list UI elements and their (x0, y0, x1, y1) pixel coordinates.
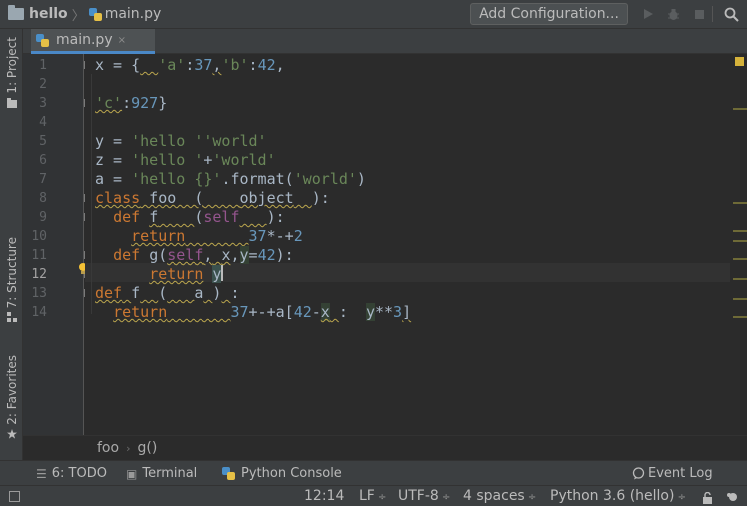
warning-indicator-icon[interactable] (735, 57, 744, 66)
indent-guide (91, 74, 92, 314)
stripe-mark[interactable] (733, 108, 747, 110)
stop-icon[interactable] (690, 5, 708, 23)
code-editor[interactable]: x = { 'a':37,'b':42, 'c':927} y = 'hello… (85, 54, 730, 435)
event-log-label: Event Log (648, 466, 713, 481)
search-icon[interactable] (722, 5, 740, 23)
line-separator[interactable]: LF ÷ (359, 486, 386, 506)
folder-icon (8, 5, 24, 20)
line-number: 8 (39, 191, 47, 206)
python-interpreter[interactable]: Python 3.6 (hello) ÷ (550, 486, 686, 506)
toggle-tool-windows-icon[interactable] (9, 491, 20, 502)
code-line-14: return 37+-+a[42-x : y**3] (113, 303, 412, 321)
nav-file[interactable]: main.py (105, 6, 162, 22)
code-line-6: z = 'hello '+'world' (95, 151, 276, 169)
structure-tool-tab[interactable]: 7: Structure (0, 237, 23, 323)
line-number: 5 (39, 134, 47, 149)
nav-breadcrumb: hello 〉 main.py (0, 0, 161, 29)
code-line-3: 'c':927} (95, 94, 168, 112)
python-file-icon (88, 7, 102, 21)
favorites-tool-tab[interactable]: 2: Favorites (0, 355, 23, 439)
stripe-mark[interactable] (733, 316, 747, 318)
code-line-11: def g(self, x,y=42): (113, 246, 294, 264)
close-icon[interactable]: × (118, 35, 126, 46)
indent-setting[interactable]: 4 spaces ÷ (463, 486, 536, 506)
python-console-label: Python Console (241, 466, 342, 481)
favorites-tab-label: 2: Favorites (4, 355, 19, 425)
editor-tab-bar: main.py × (23, 29, 747, 54)
stripe-mark[interactable] (733, 202, 747, 204)
terminal-tool-button[interactable]: ▣ Terminal (126, 461, 197, 486)
event-log-tool-button[interactable]: Event Log (632, 461, 713, 486)
stripe-mark[interactable] (733, 258, 747, 260)
lock-icon[interactable] (702, 490, 713, 506)
terminal-icon: ▣ (126, 466, 138, 481)
terminal-label: Terminal (142, 466, 198, 481)
python-file-icon (36, 33, 49, 47)
inspector-icon[interactable] (726, 490, 740, 506)
breadcrumb-foo[interactable]: foo (97, 440, 119, 456)
project-tab-label: 1: Project (4, 37, 19, 94)
structure-icon (6, 312, 17, 323)
left-tool-strip: 1: Project 7: Structure 2: Favorites (0, 29, 23, 460)
line-number: 14 (31, 305, 47, 320)
project-tool-tab[interactable]: 1: Project (0, 37, 23, 108)
error-stripe[interactable] (730, 54, 747, 435)
todo-label: 6: TODO (51, 466, 107, 481)
chevron-right-icon: › (126, 441, 131, 455)
tab-label: main.py (56, 32, 113, 48)
line-number: 1 (39, 58, 47, 73)
tool-window-bar: ☰ 6: TODO ▣ Terminal Python Console Even… (0, 460, 747, 485)
add-configuration-button[interactable]: Add Configuration... (470, 3, 628, 25)
run-icon[interactable] (639, 5, 657, 23)
line-number: 11 (31, 248, 47, 263)
line-number: 2 (39, 77, 47, 92)
event-log-icon (632, 467, 645, 480)
code-line-5: y = 'hello ''world' (95, 132, 267, 150)
stripe-mark[interactable] (733, 230, 747, 232)
code-line-12: return y (149, 265, 224, 283)
line-number: 6 (39, 153, 47, 168)
navigation-bar: hello 〉 main.py Add Configuration... (0, 0, 747, 29)
nav-divider (712, 6, 713, 22)
stripe-mark[interactable] (733, 298, 747, 300)
structure-tab-label: 7: Structure (4, 237, 19, 309)
python-icon (222, 467, 235, 480)
todo-tool-button[interactable]: ☰ 6: TODO (36, 461, 107, 486)
file-encoding[interactable]: UTF-8 ÷ (398, 486, 450, 506)
star-icon (6, 428, 17, 439)
breadcrumb-g[interactable]: g() (137, 440, 157, 456)
nav-project[interactable]: hello (29, 6, 68, 22)
code-line-1: x = { 'a':37,'b':42, (95, 56, 285, 74)
python-console-tool-button[interactable]: Python Console (222, 461, 342, 486)
editor-gutter[interactable]: 1 2 3 4 5 6 7 8 9 10 11 12 13 14 (23, 54, 92, 435)
editor-breadcrumbs: foo › g() (23, 435, 747, 460)
line-number: 13 (31, 286, 47, 301)
caret-position[interactable]: 12:14 (304, 486, 344, 506)
status-bar: 12:14 LF ÷ UTF-8 ÷ 4 spaces ÷ Python 3.6… (0, 485, 747, 506)
line-number: 4 (39, 115, 47, 130)
stripe-mark[interactable] (733, 278, 747, 280)
debug-icon[interactable] (664, 5, 682, 23)
code-line-8: class foo ( object ): (95, 189, 330, 207)
line-number: 3 (39, 96, 47, 111)
line-number-current: 12 (31, 267, 47, 282)
tab-main-py[interactable]: main.py × (31, 29, 155, 54)
line-number: 7 (39, 172, 47, 187)
folder-icon (6, 97, 17, 108)
stripe-mark[interactable] (733, 240, 747, 242)
chevron-right-icon: 〉 (71, 8, 85, 24)
code-line-9: def f (self ): (113, 208, 285, 226)
text-caret (221, 265, 224, 281)
line-number: 10 (31, 229, 47, 244)
line-number: 9 (39, 210, 47, 225)
code-line-13: def f ( a ) : (95, 284, 240, 302)
code-line-10: return 37*-+2 (131, 227, 303, 245)
code-line-7: a = 'hello {}'.format('world') (95, 170, 366, 188)
list-icon: ☰ (36, 466, 47, 481)
